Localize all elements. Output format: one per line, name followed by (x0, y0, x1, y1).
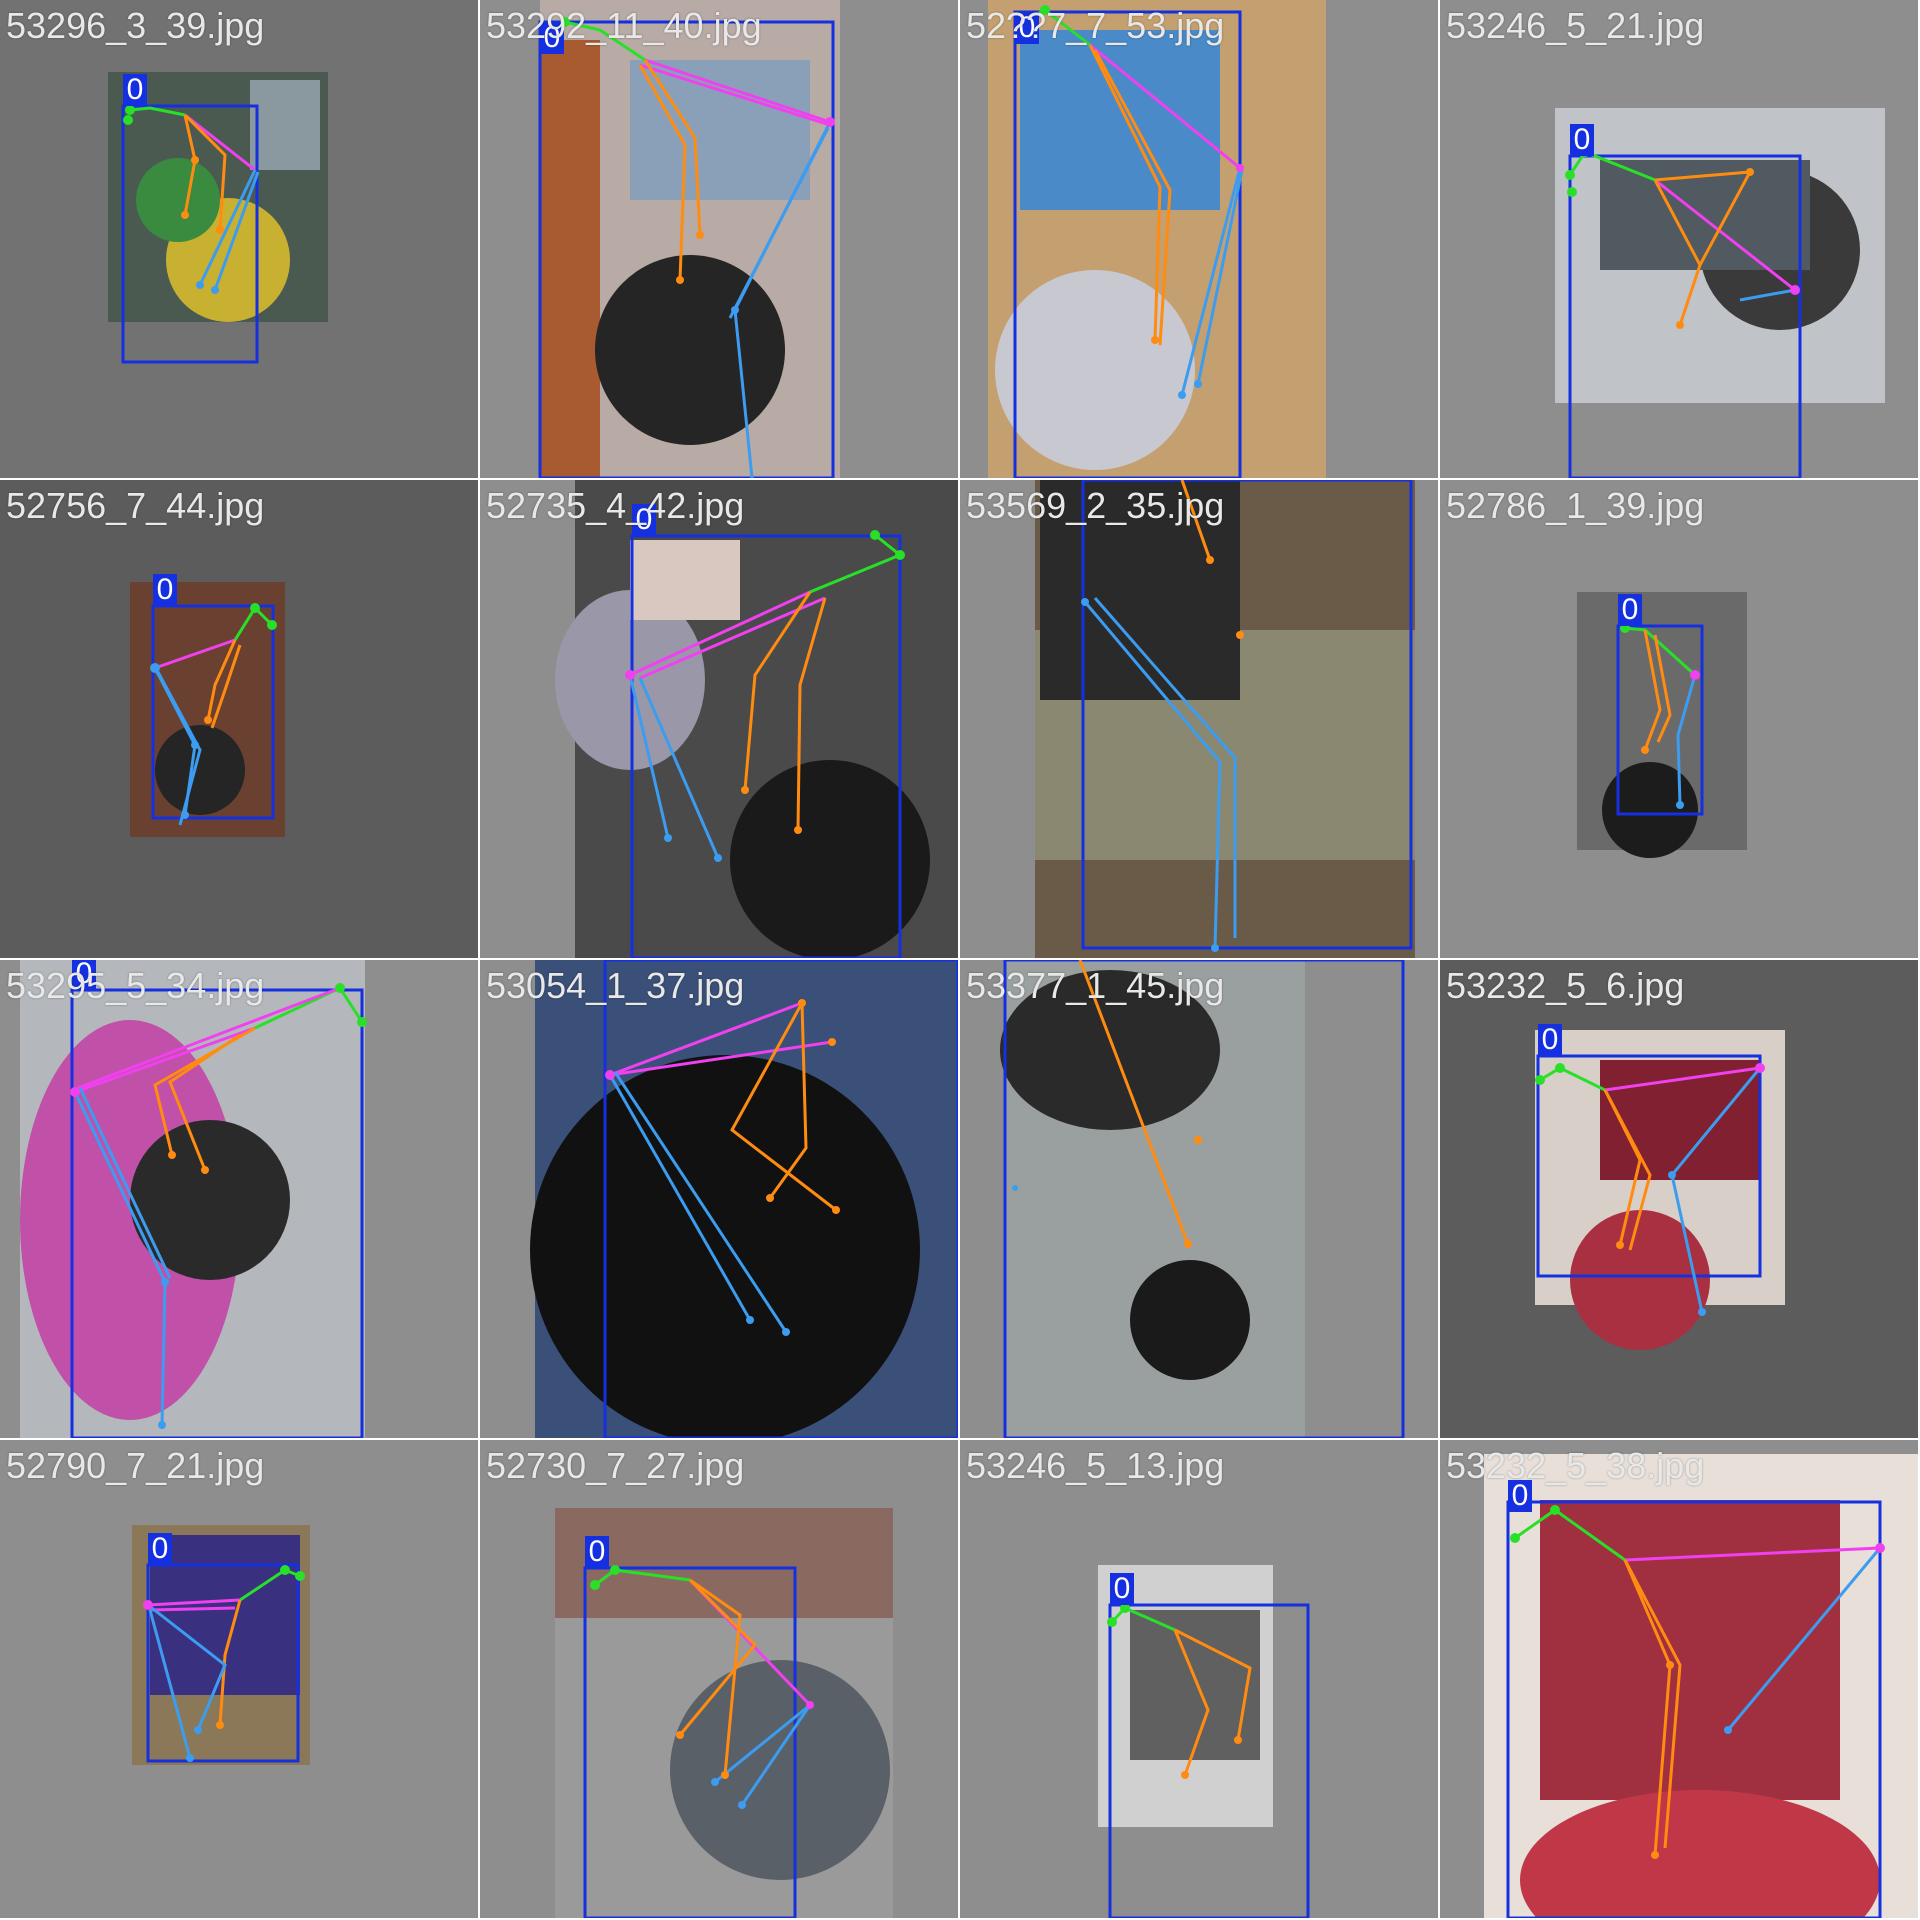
mosaic-tile: 0 53292_11_40.jpg (480, 0, 958, 478)
class-tag: 0 (148, 1533, 172, 1565)
tile-visual (555, 1508, 893, 1918)
class-tag: 0 (585, 1536, 609, 1568)
mosaic-tile: 0 53054_1_37.jpg (480, 960, 958, 1438)
mosaic-tile: 0 53296_3_39.jpg (0, 0, 478, 478)
mosaic-tile: 0 53232_5_38.jpg (1440, 1440, 1918, 1918)
mosaic-tile: 0 53232_5_6.jpg (1440, 960, 1918, 1438)
detection-mosaic: 0 53296_3_39.jpg 0 53292_11_40.jpg 0 52?… (0, 0, 1920, 1920)
mosaic-tile: 0 52735_4_42.jpg (480, 480, 958, 958)
tile-visual (530, 960, 958, 1438)
tile-visual (988, 0, 1326, 478)
mosaic-tile: 0 53295_5_34.jpg (0, 960, 478, 1438)
class-tag: 0 (1538, 1024, 1562, 1056)
tile-visual (1535, 1030, 1785, 1350)
mosaic-tile: 0 52730_7_27.jpg (480, 1440, 958, 1918)
class-tag: 0 (540, 22, 564, 54)
mosaic-tile: 0 52790_7_21.jpg (0, 1440, 478, 1918)
mosaic-tile: 0 53377_1_45.jpg (960, 960, 1438, 1438)
mosaic-tile: 0 53246_5_13.jpg (960, 1440, 1438, 1918)
class-tag: 0 (1570, 124, 1594, 156)
mosaic-tile: 0 52786_1_39.jpg (1440, 480, 1918, 958)
mosaic-tile: 0 53569_2_35.jpg (960, 480, 1438, 958)
tile-visual (1555, 108, 1885, 478)
tile-visual (1035, 480, 1415, 958)
tile-visual (130, 582, 285, 837)
class-tag: 0 (123, 74, 147, 106)
mosaic-tile: 0 52??7_7_53.jpg (960, 0, 1438, 478)
tile-visual (20, 960, 367, 1438)
tile-visual (1000, 960, 1405, 1438)
mosaic-tile: 0 52756_7_44.jpg (0, 480, 478, 958)
tile-visual (538, 0, 840, 478)
class-tag: 0 (1110, 1573, 1134, 1605)
class-tag: 0 (1015, 12, 1039, 44)
tile-visual (1577, 592, 1747, 858)
class-tag: 0 (1508, 1480, 1532, 1512)
tile-visual (132, 1525, 310, 1765)
tile-visual (108, 72, 328, 364)
tile-visual (555, 480, 958, 958)
class-tag: 0 (72, 960, 96, 990)
tile-visual (1098, 1565, 1310, 1918)
mosaic-tile: 0 53246_5_21.jpg (1440, 0, 1918, 478)
class-tag: 0 (153, 574, 177, 606)
class-tag: 0 (632, 504, 656, 536)
class-tag: 0 (1618, 594, 1642, 626)
